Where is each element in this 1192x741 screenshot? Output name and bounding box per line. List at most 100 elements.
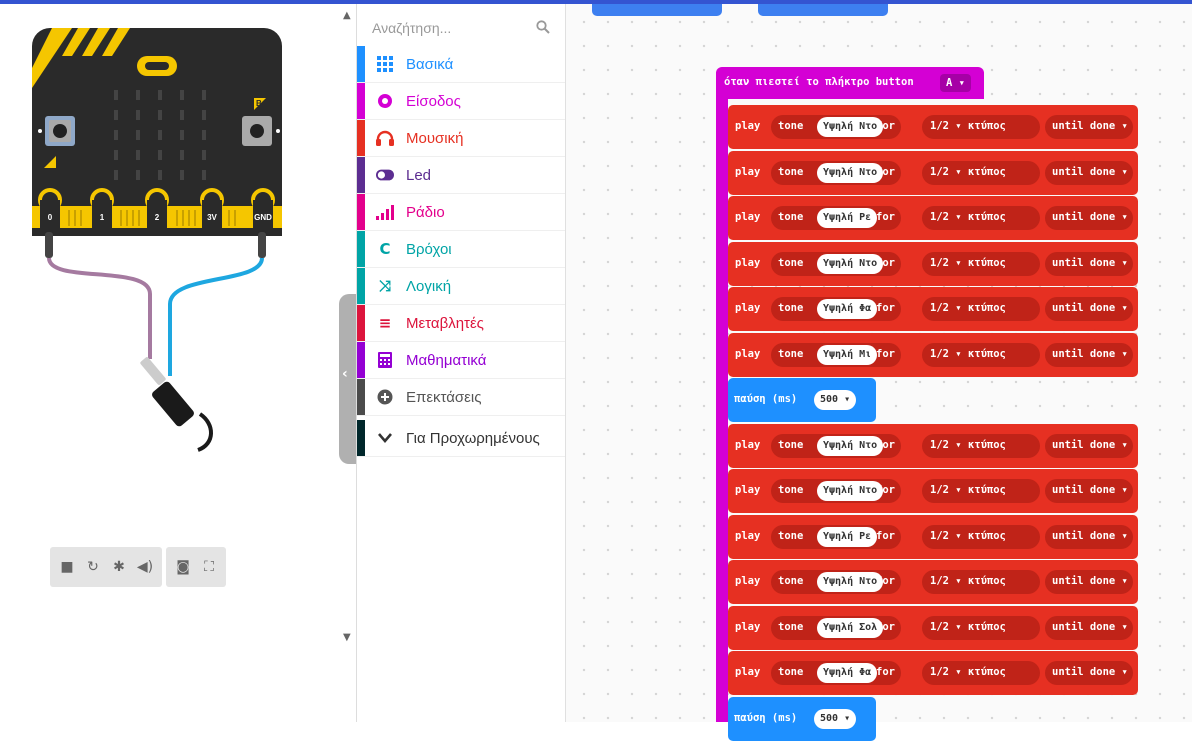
category-logic[interactable]: ⤨ Λογική: [357, 268, 565, 305]
tone-label: tone: [778, 211, 804, 223]
for-label: for: [876, 484, 895, 496]
note-dropdown[interactable]: Υψηλή Ντο: [817, 481, 884, 501]
category-color-bar: [357, 157, 365, 193]
category-color-bar: [357, 231, 365, 267]
beat-dropdown[interactable]: 1/2 ▾ κτύπος: [922, 252, 1040, 276]
search-input[interactable]: Αναζήτηση...: [372, 20, 451, 36]
play-tone-block[interactable]: play tone Υψηλή Ντο for 1/2 ▾ κτύπος until do…: [728, 469, 1138, 513]
category-variables[interactable]: ≡ Μεταβλητές: [357, 305, 565, 342]
category-math[interactable]: Μαθηματικά: [357, 342, 565, 379]
fullscreen-icon[interactable]: ⛶: [198, 556, 220, 578]
category-color-bar: [357, 420, 365, 456]
pause-block[interactable]: παύση (ms) 500 ▾: [728, 697, 876, 741]
beat-dropdown[interactable]: 1/2 ▾ κτύπος: [922, 570, 1040, 594]
note-dropdown[interactable]: Υψηλή Ρε: [817, 527, 878, 547]
for-label: for: [876, 348, 895, 360]
play-tone-block[interactable]: play tone Υψηλή Ντο for 1/2 ▾ κτύπος until do…: [728, 560, 1138, 604]
simulator-panel: 0 1 2 3V GND A B ■ ↻ ✱ ◀) ◙ ⛶: [0, 4, 340, 722]
until-done-dropdown[interactable]: until done ▾: [1045, 479, 1133, 503]
until-done-dropdown[interactable]: until done ▾: [1045, 252, 1133, 276]
beat-dropdown[interactable]: 1/2 ▾ κτύπος: [922, 661, 1040, 685]
note-dropdown[interactable]: Υψηλή Ντο: [817, 572, 884, 592]
category-music[interactable]: Μουσική: [357, 120, 565, 157]
play-label: play: [735, 575, 761, 587]
debug-icon[interactable]: ✱: [108, 556, 130, 578]
beat-dropdown[interactable]: 1/2 ▾ κτύπος: [922, 343, 1040, 367]
beat-label: 1/2 ▾ κτύπος: [930, 302, 1006, 314]
play-tone-block[interactable]: play tone Υψηλή Ντο for 1/2 ▾ κτύπος until do…: [728, 242, 1138, 286]
until-done-dropdown[interactable]: until done ▾: [1045, 570, 1133, 594]
category-loops[interactable]: C Βρόχοι: [357, 231, 565, 268]
until-done-dropdown[interactable]: until done ▾: [1045, 616, 1133, 640]
on-button-pressed-block[interactable]: όταν πιεστεί το πλήκτρο button A ▾: [716, 67, 984, 99]
category-advanced[interactable]: Για Προχωρημένους: [357, 420, 565, 457]
category-color-bar: [357, 83, 365, 119]
until-done-dropdown[interactable]: until done ▾: [1045, 115, 1133, 139]
play-tone-block[interactable]: play tone Υψηλή Ρε for 1/2 ▾ κτύπος until don…: [728, 196, 1138, 240]
play-tone-block[interactable]: play tone Υψηλή Ντο for 1/2 ▾ κτύπος until do…: [728, 424, 1138, 468]
play-tone-block[interactable]: play tone Υψηλή Ρε for 1/2 ▾ κτύπος until don…: [728, 515, 1138, 559]
tone-label: tone: [778, 348, 804, 360]
offscreen-block[interactable]: [592, 4, 722, 16]
beat-dropdown[interactable]: 1/2 ▾ κτύπος: [922, 479, 1040, 503]
until-done-dropdown[interactable]: until done ▾: [1045, 161, 1133, 185]
play-tone-block[interactable]: play tone Υψηλή Σολ for 1/2 ▾ κτύπος until do…: [728, 606, 1138, 650]
beat-dropdown[interactable]: 1/2 ▾ κτύπος: [922, 206, 1040, 230]
restart-icon[interactable]: ↻: [82, 556, 104, 578]
beat-dropdown[interactable]: 1/2 ▾ κτύπος: [922, 161, 1040, 185]
mute-icon[interactable]: ◀): [134, 556, 156, 578]
beat-dropdown[interactable]: 1/2 ▾ κτύπος: [922, 616, 1040, 640]
play-tone-block[interactable]: play tone Υψηλή Μι for 1/2 ▾ κτύπος until don…: [728, 333, 1138, 377]
note-dropdown[interactable]: Υψηλή Ρε: [817, 208, 878, 228]
until-done-dropdown[interactable]: until done ▾: [1045, 343, 1133, 367]
beat-dropdown[interactable]: 1/2 ▾ κτύπος: [922, 434, 1040, 458]
category-radio[interactable]: Ράδιο: [357, 194, 565, 231]
note-dropdown[interactable]: Υψηλή Μι: [817, 345, 878, 365]
screenshot-icon[interactable]: ◙: [172, 556, 194, 578]
play-tone-block[interactable]: play tone Υψηλή Ντο for 1/2 ▾ κτύπος until do…: [728, 105, 1138, 149]
beat-dropdown[interactable]: 1/2 ▾ κτύπος: [922, 525, 1040, 549]
until-done-dropdown[interactable]: until done ▾: [1045, 297, 1133, 321]
until-done-dropdown[interactable]: until done ▾: [1045, 206, 1133, 230]
beat-dropdown[interactable]: 1/2 ▾ κτύπος: [922, 297, 1040, 321]
search-icon[interactable]: [536, 20, 550, 34]
pause-block[interactable]: παύση (ms) 500 ▾: [728, 378, 876, 422]
scroll-down-icon[interactable]: ▼: [343, 632, 351, 643]
pause-value-dropdown[interactable]: 500 ▾: [814, 390, 857, 410]
pause-value-dropdown[interactable]: 500 ▾: [814, 709, 857, 729]
play-label: play: [735, 166, 761, 178]
stop-icon[interactable]: ■: [56, 556, 78, 578]
beat-label: 1/2 ▾ κτύπος: [930, 120, 1006, 132]
shuffle-icon: ⤨: [378, 277, 391, 295]
play-label: play: [735, 211, 761, 223]
for-label: for: [876, 166, 895, 178]
search-box[interactable]: Αναζήτηση...: [357, 12, 565, 42]
category-basic[interactable]: Βασικά: [357, 46, 565, 83]
until-done-dropdown[interactable]: until done ▾: [1045, 434, 1133, 458]
category-extensions[interactable]: Επεκτάσεις: [357, 379, 565, 416]
note-dropdown[interactable]: Υψηλή Ντο: [817, 254, 884, 274]
play-tone-block[interactable]: play tone Υψηλή Φα for 1/2 ▾ κτύπος until don…: [728, 651, 1138, 695]
for-label: for: [876, 120, 895, 132]
category-led[interactable]: Led: [357, 157, 565, 194]
tone-label: tone: [778, 484, 804, 496]
note-dropdown[interactable]: Υψηλή Σολ: [817, 618, 884, 638]
button-dropdown[interactable]: A ▾: [940, 74, 971, 92]
play-label: play: [735, 302, 761, 314]
until-done-dropdown[interactable]: until done ▾: [1045, 525, 1133, 549]
blocks-workspace[interactable]: όταν πιεστεί το πλήκτρο button A ▾ play t…: [566, 4, 1192, 741]
until-done-dropdown[interactable]: until done ▾: [1045, 661, 1133, 685]
note-dropdown[interactable]: Υψηλή Φα: [817, 299, 878, 319]
category-input[interactable]: Είσοδος: [357, 83, 565, 120]
note-dropdown[interactable]: Υψηλή Ντο: [817, 436, 884, 456]
signal-bars-icon: [376, 204, 394, 220]
offscreen-block[interactable]: [758, 4, 888, 16]
play-tone-block[interactable]: play tone Υψηλή Φα for 1/2 ▾ κτύπος until don…: [728, 287, 1138, 331]
note-dropdown[interactable]: Υψηλή Ντο: [817, 117, 884, 137]
beat-dropdown[interactable]: 1/2 ▾ κτύπος: [922, 115, 1040, 139]
play-tone-block[interactable]: play tone Υψηλή Ντο for 1/2 ▾ κτύπος until do…: [728, 151, 1138, 195]
scroll-up-icon[interactable]: ▲: [343, 10, 351, 21]
grid-icon: [376, 56, 394, 72]
note-dropdown[interactable]: Υψηλή Φα: [817, 663, 878, 683]
note-dropdown[interactable]: Υψηλή Ντο: [817, 163, 884, 183]
